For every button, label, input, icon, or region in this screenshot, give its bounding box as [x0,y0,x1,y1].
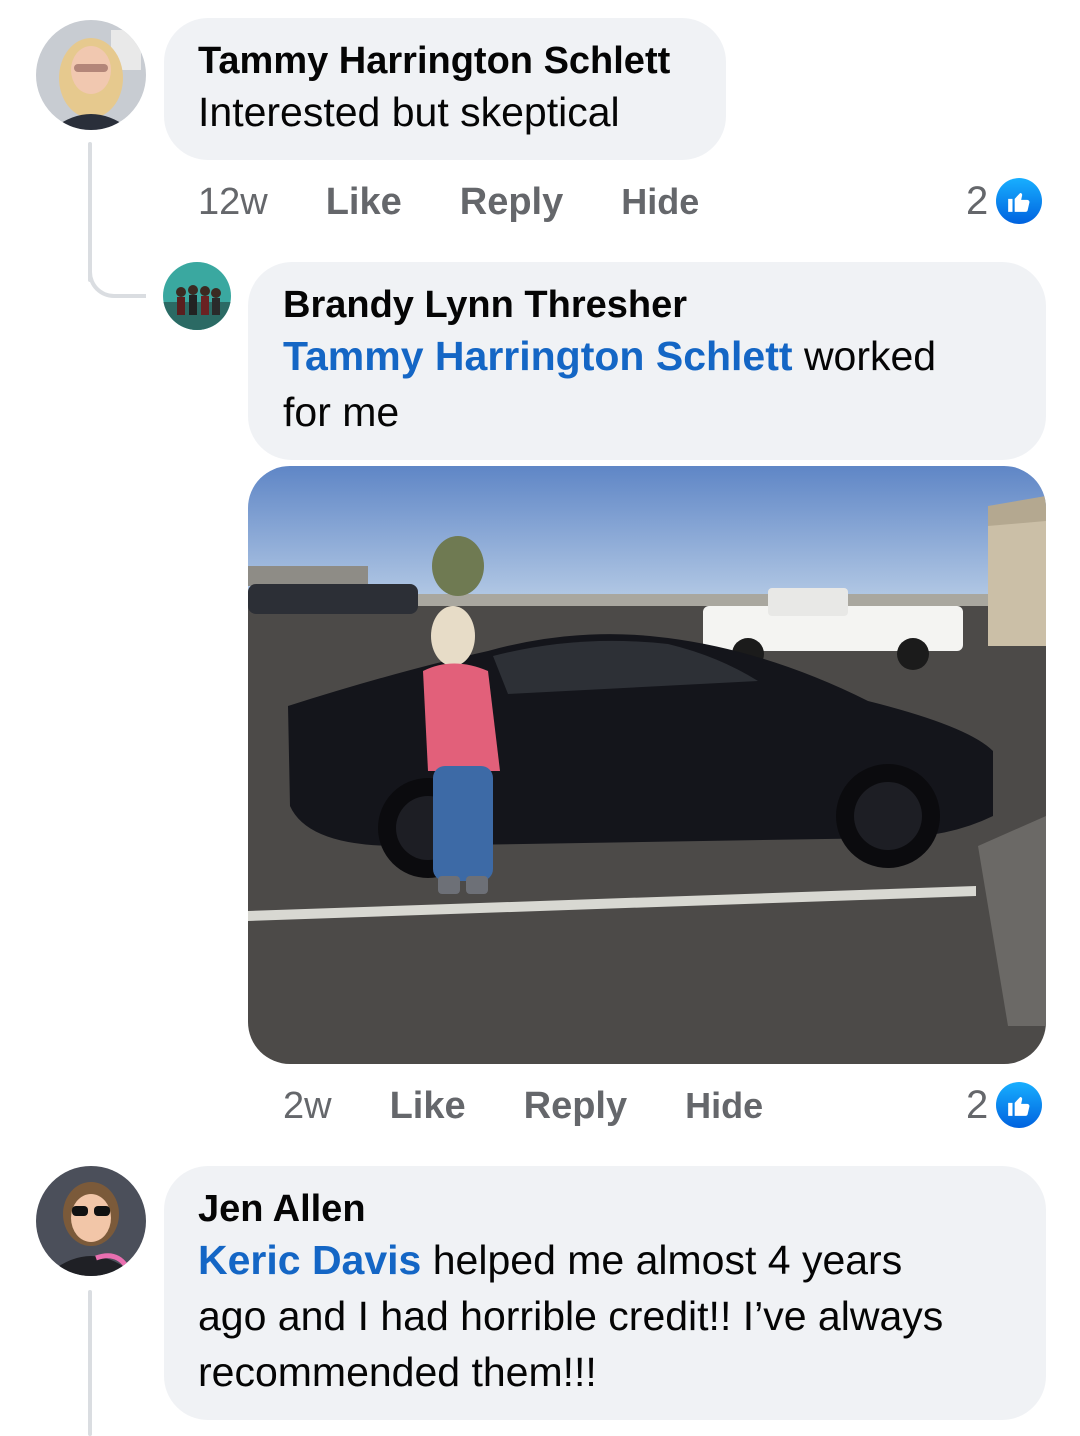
reply-button[interactable]: Reply [524,1085,627,1128]
comment-time[interactable]: 12w [198,181,268,224]
hide-button[interactable]: Hide [621,181,699,223]
comment-time[interactable]: 2w [283,1085,332,1128]
comment-text: Keric Davis helped me almost 4 years ago… [198,1232,1012,1400]
comment-text: Tammy Harrington Schlett worked for me [283,328,1011,440]
comment-actions: 12w Like Reply Hide [198,177,757,227]
comment-text-part: worked [792,333,937,379]
like-button[interactable]: Like [326,181,402,224]
reaction-count[interactable]: 2 [966,176,1043,226]
comment-author[interactable]: Brandy Lynn Thresher [283,282,1011,328]
avatar[interactable] [36,1166,146,1276]
avatar[interactable] [163,262,231,330]
reply-button[interactable]: Reply [460,181,563,224]
thumbs-up-icon [996,1082,1043,1128]
mention-link[interactable]: Tammy Harrington Schlett [283,333,793,379]
comment-text-part: helped me almost 4 years [421,1237,903,1283]
comment-text-part: ago and I had horrible credit!! I’ve alw… [198,1293,944,1339]
avatar[interactable] [36,20,146,130]
comment-author[interactable]: Tammy Harrington Schlett [198,38,692,84]
comment-bubble: Brandy Lynn Thresher Tammy Harrington Sc… [248,262,1046,460]
hide-button[interactable]: Hide [685,1085,763,1127]
comment-text-part: for me [283,389,400,435]
comment-photo[interactable] [248,466,1046,1064]
reaction-number: 2 [966,178,989,223]
comment-text: Interested but skeptical [198,89,620,135]
thread-line-vertical [88,1290,92,1436]
thread-line-elbow [88,250,146,298]
thumbs-up-icon [996,178,1043,224]
reaction-count[interactable]: 2 [966,1080,1043,1130]
mention-link[interactable]: Keric Davis [198,1237,421,1283]
like-button[interactable]: Like [390,1085,466,1128]
comment-author[interactable]: Jen Allen [198,1186,1012,1232]
reaction-number: 2 [966,1082,989,1127]
comment-bubble: Tammy Harrington Schlett Interested but … [164,18,726,160]
comment-actions: 2w Like Reply Hide [283,1081,821,1131]
comment-bubble: Jen Allen Keric Davis helped me almost 4… [164,1166,1046,1420]
comment-text-part: recommended them!!! [198,1349,597,1395]
